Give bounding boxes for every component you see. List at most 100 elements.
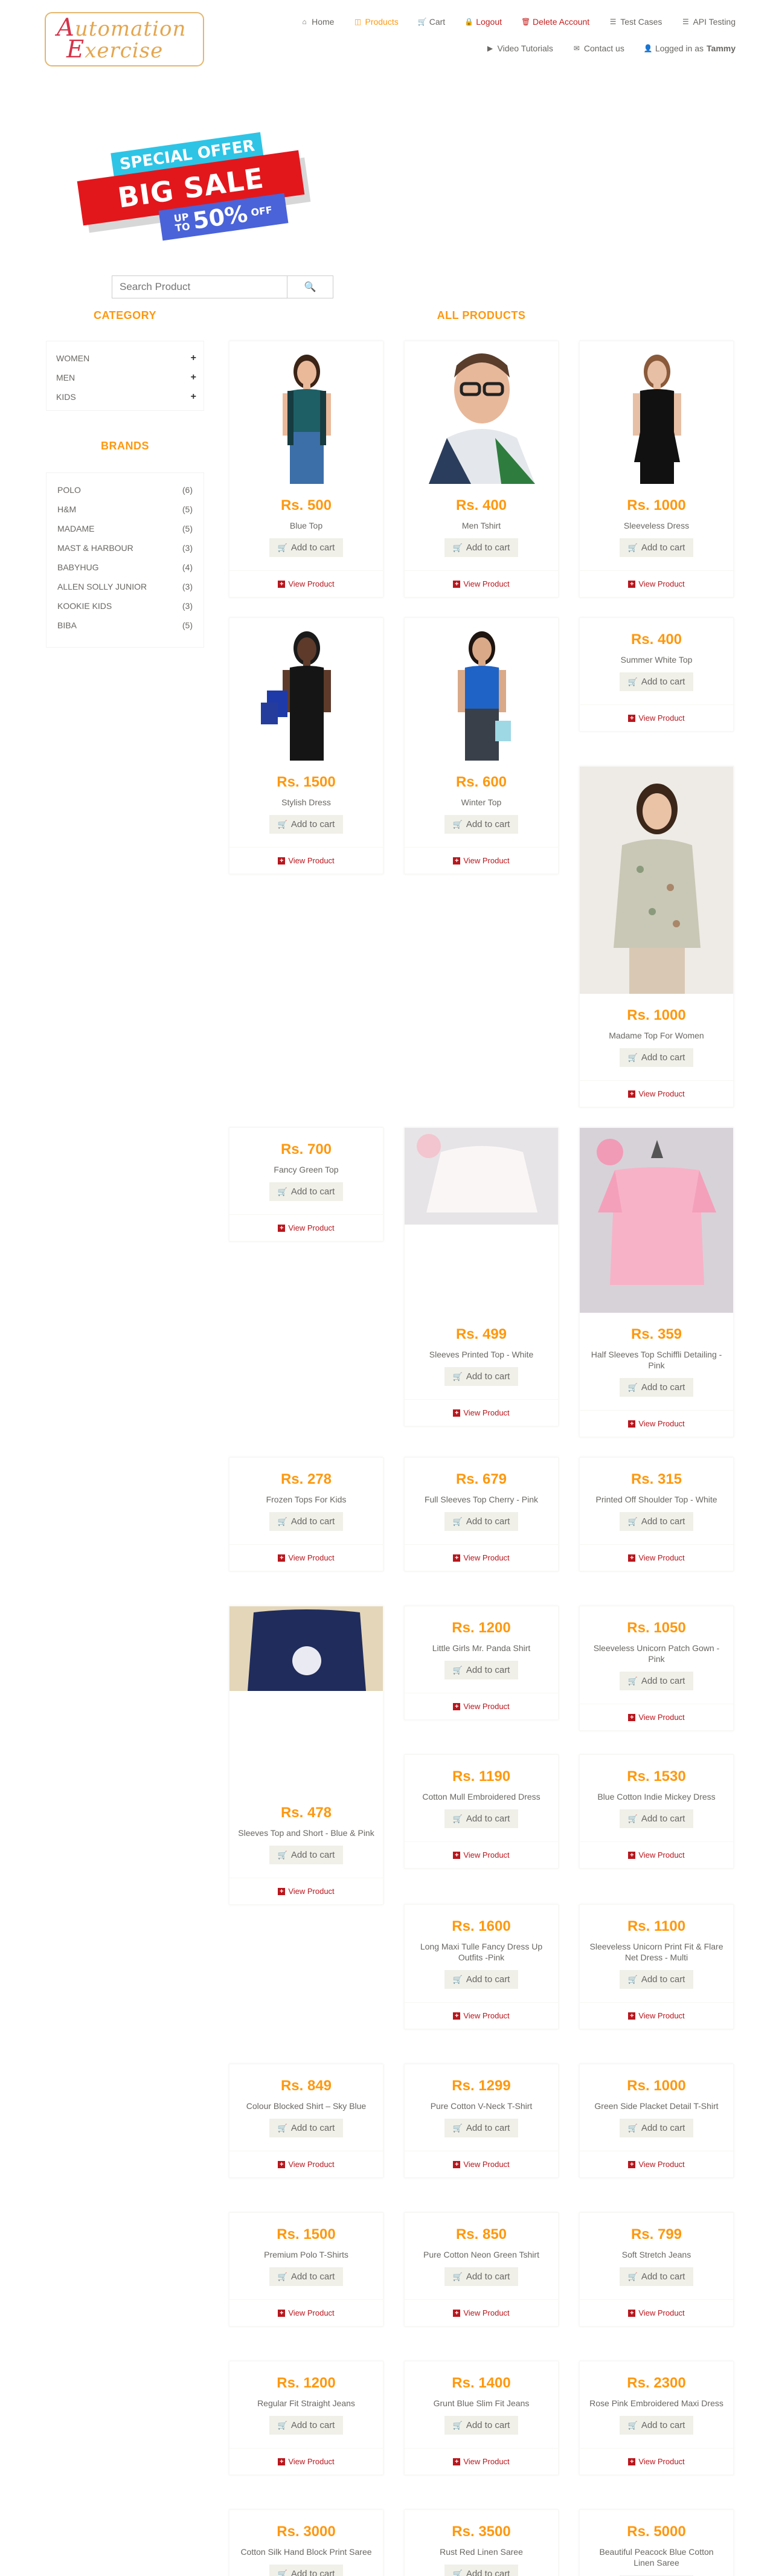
brand-item[interactable]: ALLEN SOLLY JUNIOR (3) <box>57 577 193 596</box>
view-product-link[interactable]: + View Product <box>580 2002 733 2029</box>
view-product-link[interactable]: + View Product <box>229 570 383 597</box>
add-to-cart-button[interactable]: 🛒Add to cart <box>269 2119 344 2137</box>
view-product-link[interactable]: + View Product <box>580 570 733 597</box>
add-to-cart-button[interactable]: 🛒Add to cart <box>269 538 344 557</box>
add-to-cart-button[interactable]: 🛒Add to cart <box>269 2416 344 2435</box>
add-to-cart-button[interactable]: 🛒Add to cart <box>619 2267 694 2286</box>
category-item-men[interactable]: MEN + <box>56 368 196 387</box>
add-to-cart-button[interactable]: 🛒Add to cart <box>269 2267 344 2286</box>
add-to-cart-button[interactable]: 🛒Add to cart <box>619 2119 694 2137</box>
plus-icon[interactable]: + <box>191 353 196 364</box>
product-card: Rs. 1000 Green Side Placket Detail T-Shir… <box>579 2064 734 2178</box>
add-to-cart-button[interactable]: 🛒Add to cart <box>619 538 694 557</box>
brand-item[interactable]: POLO (6) <box>57 480 193 500</box>
view-product-link[interactable]: + View Product <box>229 2299 383 2326</box>
view-product-link[interactable]: + View Product <box>229 1544 383 1571</box>
add-to-cart-button[interactable]: 🛒Add to cart <box>619 2416 694 2435</box>
plus-square-icon: + <box>278 857 286 865</box>
category-item-women[interactable]: WOMEN + <box>56 349 196 368</box>
add-to-cart-button[interactable]: 🛒Add to cart <box>269 1846 344 1864</box>
add-to-cart-button[interactable]: 🛒Add to cart <box>619 672 694 691</box>
add-to-cart-button[interactable]: 🛒Add to cart <box>444 2565 519 2576</box>
add-to-cart-label: Add to cart <box>466 1371 510 1382</box>
view-product-link[interactable]: + View Product <box>229 2151 383 2177</box>
add-to-cart-button[interactable]: 🛒Add to cart <box>619 1809 694 1828</box>
site-logo[interactable]: Automation Exercise <box>45 12 204 66</box>
add-to-cart-button[interactable]: 🛒Add to cart <box>444 1661 519 1679</box>
plus-icon[interactable]: + <box>191 391 196 402</box>
add-to-cart-button[interactable]: 🛒Add to cart <box>269 1512 344 1531</box>
category-item-kids[interactable]: KIDS + <box>56 387 196 407</box>
view-product-link[interactable]: + View Product <box>580 1841 733 1868</box>
nav-products[interactable]: ◫ Products <box>353 17 399 27</box>
add-to-cart-button[interactable]: 🛒Add to cart <box>444 2416 519 2435</box>
view-product-link[interactable]: + View Product <box>405 2448 558 2475</box>
add-to-cart-button[interactable]: 🛒Add to cart <box>269 815 344 834</box>
view-product-link[interactable]: + View Product <box>580 2299 733 2326</box>
product-price: Rs. 478 <box>280 1805 332 1821</box>
nav-video-tutorials[interactable]: ▶ Video Tutorials <box>486 43 553 53</box>
view-product-link[interactable]: + View Product <box>405 1841 558 1868</box>
add-to-cart-label: Add to cart <box>466 543 510 553</box>
product-name: Pure Cotton Neon Green Tshirt <box>423 2250 539 2259</box>
nav-delete-account[interactable]: 🗑 Delete Account <box>521 17 589 27</box>
product-image <box>229 618 383 761</box>
add-to-cart-button[interactable]: 🛒Add to cart <box>444 1809 519 1828</box>
search-input[interactable] <box>112 275 287 298</box>
add-to-cart-button[interactable]: 🛒Add to cart <box>619 1512 694 1531</box>
nav-home[interactable]: ⌂ Home <box>300 17 335 27</box>
view-product-link[interactable]: + View Product <box>580 704 733 731</box>
view-product-link[interactable]: + View Product <box>405 847 558 874</box>
view-product-link[interactable]: + View Product <box>580 1544 733 1571</box>
add-to-cart-button[interactable]: 🛒Add to cart <box>619 1048 694 1067</box>
view-product-link[interactable]: + View Product <box>405 2002 558 2029</box>
nav-cart[interactable]: 🛒 Cart <box>418 17 445 27</box>
brand-item[interactable]: KOOKIE KIDS (3) <box>57 596 193 616</box>
add-to-cart-button[interactable]: 🛒Add to cart <box>269 1182 344 1201</box>
brand-item[interactable]: H&M (5) <box>57 500 193 519</box>
add-to-cart-button[interactable]: 🛒Add to cart <box>444 1367 519 1386</box>
add-to-cart-button[interactable]: 🛒Add to cart <box>269 2565 344 2576</box>
nav-contact-us[interactable]: ✉ Contact us <box>573 43 624 53</box>
add-to-cart-button[interactable]: 🛒Add to cart <box>444 538 519 557</box>
add-to-cart-button[interactable]: 🛒Add to cart <box>444 2267 519 2286</box>
view-product-link[interactable]: + View Product <box>405 1693 558 1719</box>
view-product-link[interactable]: + View Product <box>580 2448 733 2475</box>
cart-icon: 🛒 <box>452 2123 463 2133</box>
logo-text-automation: utomation <box>74 17 187 41</box>
nav-test-cases[interactable]: ☰ Test Cases <box>609 17 662 27</box>
brand-count: (3) <box>182 601 193 611</box>
view-product-link[interactable]: + View Product <box>405 1544 558 1571</box>
add-to-cart-button[interactable]: 🛒Add to cart <box>444 1512 519 1531</box>
view-product-link[interactable]: + View Product <box>405 2299 558 2326</box>
nav-api-testing[interactable]: ☰ API Testing <box>681 17 736 27</box>
view-product-link[interactable]: + View Product <box>229 2448 383 2475</box>
view-product-link[interactable]: + View Product <box>229 847 383 874</box>
add-to-cart-button[interactable]: 🛒Add to cart <box>444 1970 519 1989</box>
brand-item[interactable]: MADAME (5) <box>57 519 193 538</box>
view-product-link[interactable]: + View Product <box>405 2151 558 2177</box>
banner-percent: 50% <box>191 200 249 234</box>
brand-item[interactable]: BIBA (5) <box>57 616 193 635</box>
view-product-link[interactable]: + View Product <box>580 1080 733 1107</box>
plus-icon[interactable]: + <box>191 372 196 383</box>
search-button[interactable]: 🔍 <box>287 275 333 298</box>
view-product-link[interactable]: + View Product <box>580 2151 733 2177</box>
add-to-cart-button[interactable]: 🛒Add to cart <box>444 2119 519 2137</box>
view-product-link[interactable]: + View Product <box>580 1410 733 1437</box>
brand-item[interactable]: MAST & HARBOUR (3) <box>57 538 193 558</box>
add-to-cart-button[interactable]: 🛒Add to cart <box>619 1378 694 1397</box>
view-product-link[interactable]: + View Product <box>405 1399 558 1426</box>
add-to-cart-button[interactable]: 🛒Add to cart <box>619 1970 694 1989</box>
view-product-link[interactable]: + View Product <box>580 1704 733 1730</box>
view-product-link[interactable]: + View Product <box>229 1214 383 1241</box>
view-product-link[interactable]: + View Product <box>229 1878 383 1904</box>
brand-item[interactable]: BABYHUG (4) <box>57 558 193 577</box>
add-to-cart-button[interactable]: 🛒Add to cart <box>619 1672 694 1690</box>
view-product-link[interactable]: + View Product <box>405 570 558 597</box>
product-card: Rs. 1100 Sleeveless Unicorn Print Fit & F… <box>579 1904 734 2029</box>
view-product-label: View Product <box>288 2457 335 2466</box>
add-to-cart-button[interactable]: 🛒Add to cart <box>444 815 519 834</box>
nav-logout[interactable]: 🔒 Logout <box>464 17 502 27</box>
brands-panel: POLO (6) H&M (5) MADAME (5) MAST & HARBOUR (3) B… <box>46 472 204 648</box>
